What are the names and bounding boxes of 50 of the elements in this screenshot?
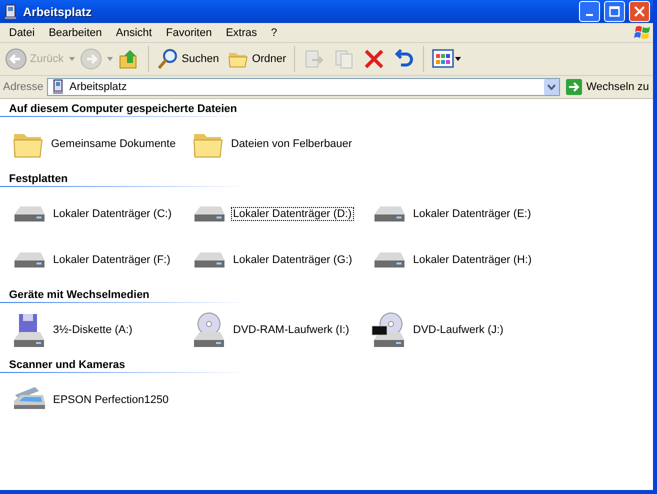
window-title: Arbeitsplatz xyxy=(23,4,93,18)
menu-item[interactable]: Bearbeiten xyxy=(42,26,109,38)
hard-drive-icon xyxy=(374,252,404,268)
copy-to-icon xyxy=(333,48,356,70)
menu-item[interactable]: Extras xyxy=(218,26,264,38)
item-label[interactable]: DVD-Laufwerk (J:) xyxy=(411,323,506,337)
close-button[interactable] xyxy=(629,1,650,22)
menu-item[interactable]: Ansicht xyxy=(108,26,159,38)
delete-icon xyxy=(363,48,386,70)
menu-item[interactable]: Favoriten xyxy=(158,26,219,38)
go-arrow-icon xyxy=(566,79,582,95)
views-icon xyxy=(432,48,462,70)
maximize-button[interactable] xyxy=(604,1,625,22)
computer-icon xyxy=(3,4,19,20)
menu-item[interactable]: Datei xyxy=(2,26,42,38)
floppy-drive-icon xyxy=(11,312,47,348)
item-label[interactable]: Lokaler Datenträger (H:) xyxy=(411,253,534,267)
item-label[interactable]: Lokaler Datenträger (E:) xyxy=(411,207,533,221)
hard-drive-icon xyxy=(194,252,224,268)
search-icon xyxy=(156,48,179,70)
go-button[interactable]: Wechseln zu xyxy=(564,79,651,95)
windows-flag-icon xyxy=(633,24,653,42)
item-label[interactable]: Lokaler Datenträger (F:) xyxy=(51,253,172,267)
item-label[interactable]: Lokaler Datenträger (G:) xyxy=(231,253,354,267)
computer-icon xyxy=(51,79,66,95)
optical-drive-icon xyxy=(191,312,227,348)
folders-button[interactable]: Ordner xyxy=(224,46,290,72)
hard-drive-icon xyxy=(14,252,44,268)
caret-icon xyxy=(68,57,75,61)
item-label[interactable]: Dateien von Felberbauer xyxy=(229,137,354,151)
item-label[interactable]: 3½-Diskette (A:) xyxy=(51,323,134,337)
item-label[interactable]: Gemeinsame Dokumente xyxy=(49,137,178,151)
item-label[interactable]: Lokaler Datenträger (D:) xyxy=(231,207,354,221)
close-icon xyxy=(634,6,645,17)
maximize-icon xyxy=(609,6,620,17)
move-to-icon xyxy=(303,48,326,70)
dvd-drive-icon xyxy=(371,312,407,348)
hard-drive-icon xyxy=(194,206,224,222)
minimize-button[interactable] xyxy=(579,1,600,22)
item-label[interactable]: Lokaler Datenträger (C:) xyxy=(51,207,174,221)
address-label: Adresse xyxy=(3,81,44,93)
hard-drive-icon xyxy=(374,206,404,222)
address-field[interactable]: Arbeitsplatz xyxy=(47,78,560,96)
search-button[interactable]: Suchen xyxy=(154,46,222,72)
item-label[interactable]: DVD-RAM-Laufwerk (I:) xyxy=(231,323,352,337)
caret-icon xyxy=(106,57,113,61)
item-label[interactable]: EPSON Perfection1250 xyxy=(51,393,171,407)
minimize-icon xyxy=(586,14,593,16)
hard-drive-icon xyxy=(14,206,44,222)
menu-item[interactable]: ? xyxy=(264,26,284,38)
